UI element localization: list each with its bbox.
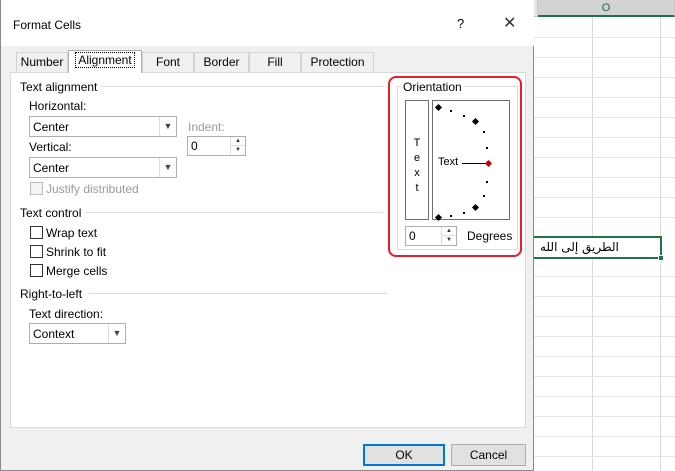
indent-spinner-buttons: ▲ ▼ [230, 137, 245, 155]
cancel-button[interactable]: Cancel [451, 444, 526, 466]
text-direction-value: Context [33, 327, 75, 341]
ok-button[interactable]: OK [363, 444, 445, 466]
tab-border[interactable]: Border [194, 52, 249, 72]
vertical-value: Center [33, 161, 70, 175]
indent-spinner[interactable]: 0 ▲ ▼ [187, 136, 246, 156]
dialog-title-bar[interactable]: Format Cells ? ✕ [1, 0, 534, 46]
orientation-highlight [388, 76, 522, 257]
horizontal-select[interactable]: Center ▼ [29, 116, 177, 137]
right-to-left-group-label: Right-to-left [20, 287, 87, 301]
tab-fill[interactable]: Fill [249, 52, 301, 72]
chevron-down-icon[interactable]: ▼ [159, 117, 176, 136]
merge-cells-checkbox[interactable] [30, 264, 43, 277]
chevron-down-icon[interactable]: ▼ [159, 158, 176, 177]
text-direction-select[interactable]: Context ▼ [29, 323, 126, 344]
spin-down-icon[interactable]: ▼ [231, 146, 245, 155]
wrap-text-checkbox[interactable] [30, 226, 43, 239]
help-button[interactable]: ? [457, 16, 464, 31]
tab-font[interactable]: Font [142, 52, 194, 72]
wrap-text-label: Wrap text [46, 226, 98, 240]
justify-distributed-label: Justify distributed [46, 182, 139, 196]
merge-cells-label: Merge cells [46, 264, 108, 278]
indent-value: 0 [191, 139, 198, 153]
spin-up-icon[interactable]: ▲ [231, 137, 245, 146]
horizontal-value: Center [33, 120, 70, 134]
chevron-down-icon[interactable]: ▼ [108, 324, 125, 343]
tab-alignment-label: Alignment [75, 52, 135, 68]
tab-alignment[interactable]: Alignment [68, 50, 142, 73]
vertical-select[interactable]: Center ▼ [29, 157, 177, 178]
horizontal-label: Horizontal: [29, 99, 87, 113]
shrink-to-fit-checkbox[interactable] [30, 245, 43, 258]
tab-protection[interactable]: Protection [301, 52, 374, 72]
tab-number[interactable]: Number [16, 52, 68, 72]
column-header-o[interactable]: O [538, 0, 675, 17]
group-separator [97, 86, 383, 87]
close-icon[interactable]: ✕ [503, 13, 516, 33]
fill-handle[interactable] [658, 255, 664, 261]
dialog-title: Format Cells [13, 18, 82, 32]
text-direction-label: Text direction: [29, 307, 104, 321]
text-control-group-label: Text control [20, 206, 86, 220]
active-cell-text: الطريق إلى الله [540, 240, 619, 254]
indent-label: Indent: [188, 120, 225, 134]
vertical-label: Vertical: [29, 140, 72, 154]
shrink-to-fit-label: Shrink to fit [46, 245, 107, 259]
group-separator [89, 293, 387, 294]
text-alignment-group-label: Text alignment [20, 80, 102, 94]
justify-distributed-checkbox[interactable] [30, 182, 43, 195]
format-cells-dialog: Format Cells ? ✕ Number Alignment Font B… [0, 0, 534, 471]
group-separator [85, 212, 383, 213]
